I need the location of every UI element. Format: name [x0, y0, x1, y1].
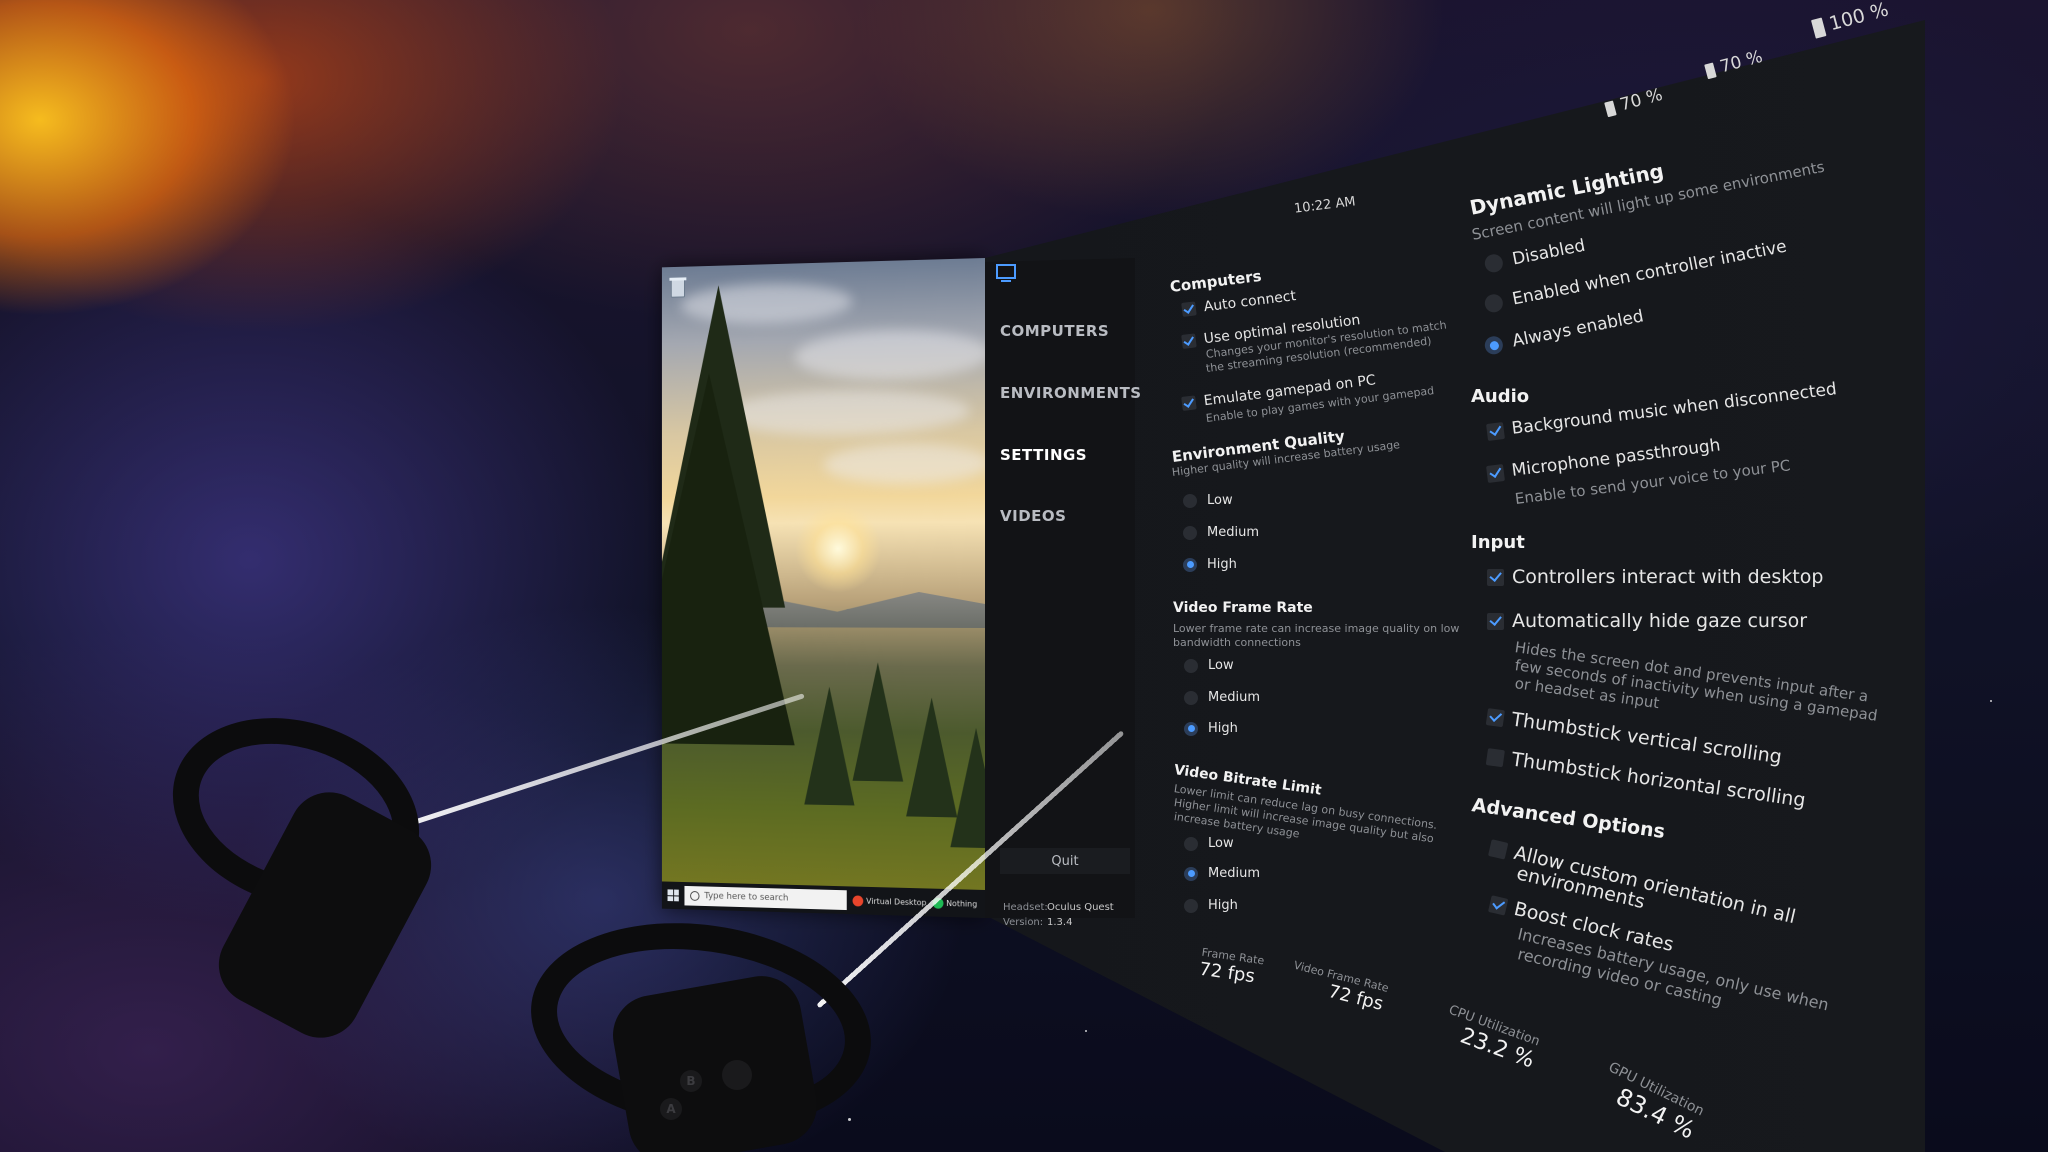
radio-icon	[1183, 493, 1197, 508]
radio-icon	[1184, 721, 1198, 736]
hide-gaze-cursor-checkbox[interactable]: Automatically hide gaze cursor	[1487, 610, 1807, 632]
app-icon	[852, 894, 864, 907]
checkbox-icon	[1488, 838, 1509, 860]
radio-icon	[1184, 836, 1198, 851]
checkbox-icon	[1181, 301, 1197, 317]
star	[1085, 1030, 1087, 1032]
star	[848, 1118, 851, 1121]
video-bitrate-high-radio[interactable]: High	[1184, 898, 1238, 913]
radio-icon	[1183, 557, 1197, 572]
star	[1990, 700, 1992, 702]
radio-label: Low	[1208, 836, 1234, 851]
checkbox-icon	[1181, 333, 1197, 349]
app-label: Virtual Desktop	[866, 896, 927, 907]
cloud	[823, 442, 985, 485]
radio-icon	[1483, 334, 1505, 356]
checkbox-icon	[1485, 747, 1506, 767]
video-frame-rate-desc: Lower frame rate can increase image qual…	[1173, 622, 1460, 635]
radio-icon	[1184, 866, 1198, 881]
radio-icon	[1184, 658, 1198, 673]
video-bitrate-medium-radio[interactable]: Medium	[1184, 866, 1260, 881]
radio-label: High	[1208, 898, 1238, 913]
pine-tree	[661, 371, 795, 746]
environment-quality-high-radio[interactable]: High	[1183, 557, 1237, 572]
checkbox-label: Controllers interact with desktop	[1512, 566, 1824, 588]
nav-settings[interactable]: SETTINGS	[1000, 446, 1087, 464]
radio-label: Low	[1207, 493, 1233, 508]
nav-computers[interactable]: COMPUTERS	[1000, 322, 1109, 340]
pine-tree	[950, 727, 985, 849]
windows-start-icon[interactable]	[667, 889, 679, 902]
environment-quality-low-radio[interactable]: Low	[1183, 493, 1233, 508]
version-value: 1.3.4	[1047, 917, 1073, 928]
radio-icon	[1184, 690, 1198, 705]
radio-icon	[1183, 525, 1197, 540]
video-frame-rate-medium-radio[interactable]: Medium	[1184, 690, 1260, 705]
desktop-stream-view[interactable]: Type here to search Virtual Desktop Noth…	[661, 258, 985, 918]
controller-b-button: B	[680, 1070, 702, 1092]
nav-environments[interactable]: ENVIRONMENTS	[1000, 384, 1142, 402]
video-frame-rate-desc: bandwidth connections	[1173, 636, 1301, 649]
section-input-title: Input	[1471, 532, 1525, 553]
radio-label: Low	[1208, 658, 1234, 673]
checkbox-label: Automatically hide gaze cursor	[1512, 610, 1808, 632]
version-key: Version:	[1003, 917, 1044, 928]
checkbox-icon	[1485, 463, 1505, 483]
checkbox-icon	[1488, 894, 1509, 916]
quit-button[interactable]: Quit	[1000, 848, 1130, 874]
checkbox-icon	[1487, 612, 1504, 630]
radio-label: Medium	[1208, 866, 1260, 881]
checkbox-icon	[1487, 568, 1504, 586]
radio-icon	[1483, 252, 1505, 274]
monitor-icon	[996, 264, 1016, 282]
controller-thumbstick	[722, 1060, 752, 1090]
environment-quality-medium-radio[interactable]: Medium	[1183, 525, 1259, 540]
radio-label: High	[1207, 557, 1237, 572]
sidebar	[985, 258, 1135, 918]
checkbox-icon	[1485, 707, 1506, 727]
pine-tree	[852, 662, 904, 782]
cloud	[794, 327, 985, 382]
app-label: Nothing	[946, 898, 978, 909]
sun	[794, 503, 882, 593]
pine-tree	[804, 686, 855, 806]
taskbar-search-input[interactable]: Type here to search	[684, 885, 847, 911]
section-audio-title: Audio	[1471, 386, 1530, 407]
radio-label: Medium	[1207, 525, 1259, 540]
section-video-frame-rate-title: Video Frame Rate	[1173, 600, 1313, 616]
recycle-bin-icon[interactable]	[668, 274, 689, 300]
radio-label: Medium	[1208, 690, 1260, 705]
device-info: Headset:Oculus Quest Version: 1.3.4	[1003, 900, 1114, 930]
nav-videos[interactable]: VIDEOS	[1000, 507, 1066, 525]
headset-key: Headset:	[1003, 902, 1048, 913]
radio-icon	[1184, 898, 1198, 913]
cortana-icon	[690, 890, 700, 901]
radio-icon	[1483, 292, 1505, 314]
video-frame-rate-high-radio[interactable]: High	[1184, 721, 1238, 736]
headset-value: Oculus Quest	[1047, 902, 1114, 913]
radio-label: High	[1208, 721, 1238, 736]
video-frame-rate-low-radio[interactable]: Low	[1184, 658, 1234, 673]
checkbox-icon	[1181, 395, 1197, 411]
taskbar-app-virtual-desktop[interactable]: Virtual Desktop	[852, 894, 927, 908]
checkbox-icon	[1485, 421, 1505, 441]
controller-grip	[606, 969, 824, 1152]
video-bitrate-low-radio[interactable]: Low	[1184, 836, 1234, 851]
controller-a-button: A	[660, 1098, 682, 1120]
search-placeholder: Type here to search	[704, 891, 789, 904]
controllers-interact-checkbox[interactable]: Controllers interact with desktop	[1487, 566, 1823, 588]
